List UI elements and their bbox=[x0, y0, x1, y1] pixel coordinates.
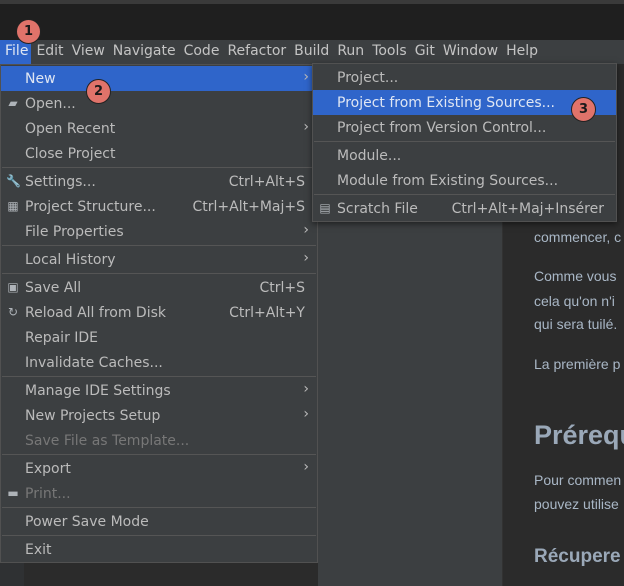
menu-run[interactable]: Run bbox=[332, 40, 367, 64]
menu-git[interactable]: Git bbox=[410, 40, 438, 64]
menu-item-label: Power Save Mode bbox=[25, 513, 149, 530]
menu-item-power-save-mode[interactable]: Power Save Mode bbox=[1, 509, 317, 534]
shortcut: Ctrl+Alt+Maj+S bbox=[192, 198, 306, 215]
step-badge-1: 1 bbox=[16, 19, 41, 44]
menu-item-label: Module... bbox=[337, 147, 402, 164]
project-structure-icon: ▦ bbox=[7, 199, 19, 213]
menu-item-local-history[interactable]: Local History › bbox=[1, 247, 317, 272]
reload-icon: ↻ bbox=[7, 305, 19, 319]
menu-item-save-all[interactable]: ▣ Save All Ctrl+S bbox=[1, 275, 317, 300]
menu-item-label: Manage IDE Settings bbox=[25, 382, 171, 399]
chevron-right-icon: › bbox=[303, 69, 309, 85]
editor-text-line: cela qu'on n'i bbox=[534, 293, 615, 309]
editor-text-line: qui sera tuilé. bbox=[534, 316, 618, 332]
editor-text-line: commencer, c bbox=[534, 229, 622, 245]
chevron-right-icon: › bbox=[303, 381, 309, 397]
menu-window[interactable]: Window bbox=[438, 40, 501, 64]
step-badge-2: 2 bbox=[86, 79, 111, 104]
file-menu: New › ▰ Open... Open Recent › Close Project 🔧 Se… bbox=[0, 64, 318, 563]
menu-item-print[interactable]: ▬ Print... bbox=[1, 481, 317, 506]
chevron-right-icon: › bbox=[303, 250, 309, 266]
chevron-right-icon: › bbox=[303, 222, 309, 238]
menu-item-label: Open... bbox=[25, 95, 76, 112]
menu-item-invalidate-caches[interactable]: Invalidate Caches... bbox=[1, 350, 317, 375]
menu-bar: File Edit View Navigate Code Refactor Build Run… bbox=[0, 40, 624, 64]
menu-view[interactable]: View bbox=[67, 40, 108, 64]
menu-item-label: Project from Version Control... bbox=[337, 119, 547, 136]
menu-item-save-file-as-template[interactable]: Save File as Template... bbox=[1, 428, 317, 453]
folder-open-icon: ▰ bbox=[8, 96, 18, 110]
chevron-right-icon: › bbox=[303, 119, 309, 135]
menu-item-label: Reload All from Disk bbox=[25, 304, 166, 321]
menu-item-label: Module from Existing Sources... bbox=[337, 172, 559, 189]
shortcut: Ctrl+Alt+S bbox=[228, 173, 305, 190]
menu-navigate[interactable]: Navigate bbox=[108, 40, 179, 64]
menu-item-label: Project Structure... bbox=[25, 198, 156, 215]
menu-tools[interactable]: Tools bbox=[367, 40, 410, 64]
menu-item-label: Local History bbox=[25, 251, 116, 268]
menu-refactor[interactable]: Refactor bbox=[222, 40, 289, 64]
chevron-right-icon: › bbox=[303, 406, 309, 422]
menu-item-label: Open Recent bbox=[25, 120, 116, 137]
menu-item-project[interactable]: Project... bbox=[313, 65, 616, 90]
menu-item-new-projects-setup[interactable]: New Projects Setup › bbox=[1, 403, 317, 428]
menu-item-label: Close Project bbox=[25, 145, 116, 162]
menu-item-label: Repair IDE bbox=[25, 329, 99, 346]
menu-item-open-recent[interactable]: Open Recent › bbox=[1, 116, 317, 141]
editor-subheading: Récupere bbox=[534, 546, 621, 567]
menu-item-label: Export bbox=[25, 460, 71, 477]
menu-item-label: New bbox=[25, 70, 56, 87]
menu-item-label: Save File as Template... bbox=[25, 432, 190, 449]
menu-item-project-from-version-control[interactable]: Project from Version Control... bbox=[313, 115, 616, 140]
shortcut: Ctrl+S bbox=[259, 279, 305, 296]
menu-item-label: New Projects Setup bbox=[25, 407, 161, 424]
menu-item-label: Save All bbox=[25, 279, 82, 296]
menu-item-label: File Properties bbox=[25, 223, 124, 240]
menu-item-label: Settings... bbox=[25, 173, 96, 190]
menu-edit[interactable]: Edit bbox=[31, 40, 66, 64]
menu-item-open[interactable]: ▰ Open... bbox=[1, 91, 317, 116]
scratch-file-icon: ▤ bbox=[319, 201, 331, 215]
menu-item-manage-ide-settings[interactable]: Manage IDE Settings › bbox=[1, 378, 317, 403]
print-icon: ▬ bbox=[7, 486, 19, 500]
menu-item-label: Invalidate Caches... bbox=[25, 354, 163, 371]
menu-item-close-project[interactable]: Close Project bbox=[1, 141, 317, 166]
editor-text-line: pouvez utilise bbox=[534, 496, 619, 512]
wrench-icon: 🔧 bbox=[6, 174, 21, 188]
menu-item-module-from-existing-sources[interactable]: Module from Existing Sources... bbox=[313, 168, 616, 193]
menu-item-label: Project from Existing Sources... bbox=[337, 94, 556, 111]
menu-build[interactable]: Build bbox=[289, 40, 332, 64]
menu-item-label: Exit bbox=[25, 541, 52, 558]
menu-item-repair-ide[interactable]: Repair IDE bbox=[1, 325, 317, 350]
menu-item-new[interactable]: New › bbox=[1, 66, 317, 91]
menu-item-file-properties[interactable]: File Properties › bbox=[1, 219, 317, 244]
menu-item-label: Print... bbox=[25, 485, 71, 502]
menu-help[interactable]: Help bbox=[501, 40, 541, 64]
shortcut: Ctrl+Alt+Y bbox=[229, 304, 305, 321]
menu-code[interactable]: Code bbox=[179, 40, 223, 64]
editor-text-line: Comme vous bbox=[534, 268, 617, 284]
shortcut: Ctrl+Alt+Maj+Insérer bbox=[451, 200, 604, 217]
menu-item-reload-all-from-disk[interactable]: ↻ Reload All from Disk Ctrl+Alt+Y bbox=[1, 300, 317, 325]
menu-item-module[interactable]: Module... bbox=[313, 143, 616, 168]
menu-item-label: Scratch File bbox=[337, 200, 418, 217]
title-bar bbox=[0, 0, 624, 40]
save-icon: ▣ bbox=[7, 280, 19, 294]
new-submenu: Project... Project from Existing Sources.… bbox=[312, 63, 617, 222]
editor-text-line: La première p bbox=[534, 356, 621, 372]
chevron-right-icon: › bbox=[303, 459, 309, 475]
menu-item-settings[interactable]: 🔧 Settings... Ctrl+Alt+S bbox=[1, 169, 317, 194]
menu-item-label: Project... bbox=[337, 69, 399, 86]
menu-item-scratch-file[interactable]: ▤ Scratch File Ctrl+Alt+Maj+Insérer bbox=[313, 196, 616, 221]
menu-item-project-structure[interactable]: ▦ Project Structure... Ctrl+Alt+Maj+S bbox=[1, 194, 317, 219]
editor-heading: Prérequ bbox=[534, 420, 624, 450]
step-badge-3: 3 bbox=[571, 97, 596, 122]
menu-item-export[interactable]: Export › bbox=[1, 456, 317, 481]
menu-item-exit[interactable]: Exit bbox=[1, 537, 317, 562]
editor-text-line: Pour commen bbox=[534, 472, 622, 488]
